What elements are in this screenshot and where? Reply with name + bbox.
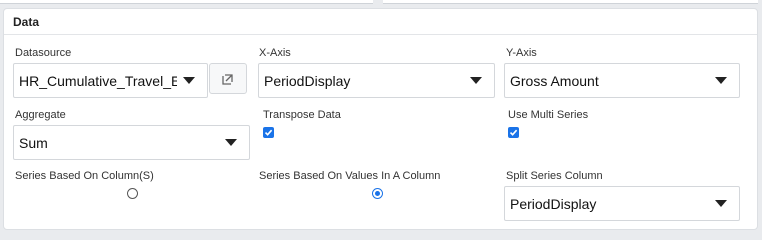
split-series-value: PeriodDisplay: [510, 195, 597, 212]
x-axis-select[interactable]: PeriodDisplay: [258, 63, 495, 98]
aggregate-label: Aggregate: [15, 109, 66, 121]
chevron-down-icon: [715, 200, 727, 207]
split-series-label: Split Series Column: [506, 170, 603, 182]
transpose-label: Transpose Data: [263, 109, 341, 121]
chevron-down-icon: [183, 77, 195, 84]
top-panel-left: [0, 0, 373, 4]
expand-datasource-button[interactable]: [209, 63, 247, 94]
y-axis-select[interactable]: Gross Amount: [504, 63, 740, 98]
checkmark-icon: [264, 129, 273, 136]
series-by-columns-radio[interactable]: [127, 188, 138, 199]
expand-arrow-icon: [222, 73, 233, 85]
datasource-select[interactable]: HR_Cumulative_Travel_E: [13, 63, 208, 98]
y-axis-value: Gross Amount: [510, 72, 599, 89]
datasource-label: Datasource: [15, 47, 72, 59]
split-series-select[interactable]: PeriodDisplay: [504, 186, 740, 221]
series-by-values-label: Series Based On Values In A Column: [259, 170, 441, 182]
series-by-values-radio[interactable]: [372, 188, 383, 199]
aggregate-select[interactable]: Sum: [13, 125, 250, 160]
panel-title: Data: [4, 9, 757, 35]
datasource-value: HR_Cumulative_Travel_E: [19, 72, 177, 89]
aggregate-value: Sum: [19, 134, 48, 151]
multi-series-checkbox[interactable]: [508, 127, 519, 138]
chevron-down-icon: [470, 77, 482, 84]
chevron-down-icon: [225, 139, 237, 146]
multi-series-label: Use Multi Series: [508, 109, 589, 121]
top-panel-right: [383, 0, 758, 4]
top-strip: [0, 0, 762, 5]
chevron-down-icon: [715, 77, 727, 84]
transpose-checkbox[interactable]: [263, 127, 274, 138]
x-axis-label: X-Axis: [259, 47, 291, 59]
series-by-columns-label: Series Based On Column(S): [15, 170, 154, 182]
y-axis-label: Y-Axis: [506, 47, 537, 59]
x-axis-value: PeriodDisplay: [264, 72, 351, 89]
checkmark-icon: [509, 129, 518, 136]
